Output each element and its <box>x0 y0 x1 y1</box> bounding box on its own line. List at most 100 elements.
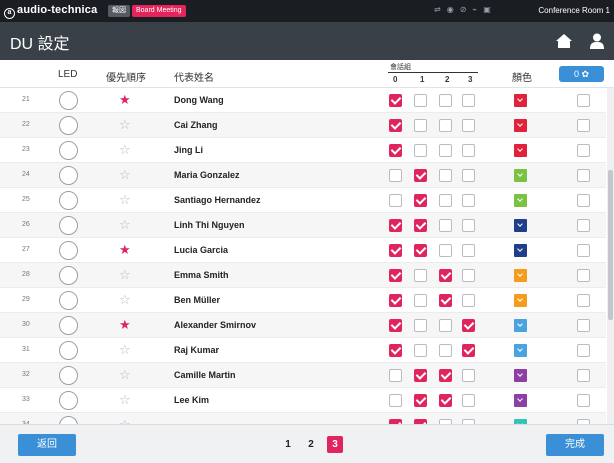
group-1-checkbox[interactable] <box>414 244 427 257</box>
priority-star-icon[interactable]: ☆ <box>119 392 131 408</box>
row-select-checkbox[interactable] <box>577 394 590 407</box>
group-3-checkbox[interactable] <box>462 219 475 232</box>
led-indicator[interactable] <box>59 341 78 360</box>
priority-star-icon[interactable]: ☆ <box>119 117 131 133</box>
group-3-checkbox[interactable] <box>462 244 475 257</box>
group-2-checkbox[interactable] <box>439 244 452 257</box>
led-indicator[interactable] <box>59 266 78 285</box>
row-select-checkbox[interactable] <box>577 219 590 232</box>
group-0-checkbox[interactable] <box>389 369 402 382</box>
group-1-checkbox[interactable] <box>414 344 427 357</box>
led-indicator[interactable] <box>59 316 78 335</box>
row-select-checkbox[interactable] <box>577 344 590 357</box>
priority-star-icon[interactable]: ★ <box>119 317 131 333</box>
group-2-checkbox[interactable] <box>439 294 452 307</box>
group-0-checkbox[interactable] <box>389 294 402 307</box>
priority-star-icon[interactable]: ☆ <box>119 367 131 383</box>
priority-star-icon[interactable]: ☆ <box>119 142 131 158</box>
row-select-checkbox[interactable] <box>577 319 590 332</box>
group-1-checkbox[interactable] <box>414 94 427 107</box>
led-indicator[interactable] <box>59 416 78 424</box>
group-3-checkbox[interactable] <box>462 144 475 157</box>
color-dropdown[interactable] <box>514 269 527 282</box>
color-dropdown[interactable] <box>514 294 527 307</box>
select-count-button[interactable]: 0 ✿ <box>559 66 604 82</box>
priority-star-icon[interactable]: ☆ <box>119 167 131 183</box>
group-0-checkbox[interactable] <box>389 269 402 282</box>
led-indicator[interactable] <box>59 141 78 160</box>
led-indicator[interactable] <box>59 216 78 235</box>
row-select-checkbox[interactable] <box>577 94 590 107</box>
led-indicator[interactable] <box>59 366 78 385</box>
led-indicator[interactable] <box>59 291 78 310</box>
led-indicator[interactable] <box>59 166 78 185</box>
group-1-checkbox[interactable] <box>414 369 427 382</box>
color-dropdown[interactable] <box>514 144 527 157</box>
group-1-checkbox[interactable] <box>414 294 427 307</box>
row-select-checkbox[interactable] <box>577 269 590 282</box>
group-2-checkbox[interactable] <box>439 119 452 132</box>
priority-star-icon[interactable]: ★ <box>119 242 131 258</box>
group-1-checkbox[interactable] <box>414 269 427 282</box>
group-3-checkbox[interactable] <box>462 294 475 307</box>
priority-star-icon[interactable]: ☆ <box>119 267 131 283</box>
color-dropdown[interactable] <box>514 319 527 332</box>
group-3-checkbox[interactable] <box>462 94 475 107</box>
group-3-checkbox[interactable] <box>462 269 475 282</box>
group-0-checkbox[interactable] <box>389 94 402 107</box>
group-1-checkbox[interactable] <box>414 169 427 182</box>
color-dropdown[interactable] <box>514 219 527 232</box>
color-dropdown[interactable] <box>514 244 527 257</box>
group-2-checkbox[interactable] <box>439 394 452 407</box>
back-button[interactable]: 返回 <box>18 434 76 456</box>
color-dropdown[interactable] <box>514 194 527 207</box>
group-1-checkbox[interactable] <box>414 394 427 407</box>
color-dropdown[interactable] <box>514 169 527 182</box>
group-2-checkbox[interactable] <box>439 194 452 207</box>
led-indicator[interactable] <box>59 191 78 210</box>
group-3-checkbox[interactable] <box>462 119 475 132</box>
led-indicator[interactable] <box>59 116 78 135</box>
group-2-checkbox[interactable] <box>439 144 452 157</box>
priority-star-icon[interactable]: ☆ <box>119 292 131 308</box>
user-icon[interactable] <box>590 33 604 49</box>
row-select-checkbox[interactable] <box>577 369 590 382</box>
group-0-checkbox[interactable] <box>389 144 402 157</box>
led-indicator[interactable] <box>59 391 78 410</box>
group-0-checkbox[interactable] <box>389 319 402 332</box>
group-3-checkbox[interactable] <box>462 169 475 182</box>
led-indicator[interactable] <box>59 91 78 110</box>
row-select-checkbox[interactable] <box>577 244 590 257</box>
color-dropdown[interactable] <box>514 369 527 382</box>
page-1-button[interactable]: 1 <box>281 439 295 450</box>
row-select-checkbox[interactable] <box>577 144 590 157</box>
group-2-checkbox[interactable] <box>439 344 452 357</box>
group-0-checkbox[interactable] <box>389 194 402 207</box>
done-button[interactable]: 完成 <box>546 434 604 456</box>
group-3-checkbox[interactable] <box>462 194 475 207</box>
priority-star-icon[interactable]: ☆ <box>119 217 131 233</box>
priority-star-icon[interactable]: ★ <box>119 92 131 108</box>
group-3-checkbox[interactable] <box>462 319 475 332</box>
group-1-checkbox[interactable] <box>414 144 427 157</box>
group-0-checkbox[interactable] <box>389 244 402 257</box>
group-3-checkbox[interactable] <box>462 394 475 407</box>
group-2-checkbox[interactable] <box>439 219 452 232</box>
row-select-checkbox[interactable] <box>577 194 590 207</box>
group-1-checkbox[interactable] <box>414 219 427 232</box>
color-dropdown[interactable] <box>514 119 527 132</box>
group-2-checkbox[interactable] <box>439 169 452 182</box>
home-icon[interactable] <box>556 34 572 48</box>
group-0-checkbox[interactable] <box>389 119 402 132</box>
group-2-checkbox[interactable] <box>439 369 452 382</box>
color-dropdown[interactable] <box>514 344 527 357</box>
group-0-checkbox[interactable] <box>389 219 402 232</box>
color-dropdown[interactable] <box>514 94 527 107</box>
row-select-checkbox[interactable] <box>577 294 590 307</box>
group-2-checkbox[interactable] <box>439 94 452 107</box>
group-3-checkbox[interactable] <box>462 344 475 357</box>
page-3-button[interactable]: 3 <box>327 436 343 453</box>
group-2-checkbox[interactable] <box>439 319 452 332</box>
group-1-checkbox[interactable] <box>414 319 427 332</box>
group-0-checkbox[interactable] <box>389 394 402 407</box>
